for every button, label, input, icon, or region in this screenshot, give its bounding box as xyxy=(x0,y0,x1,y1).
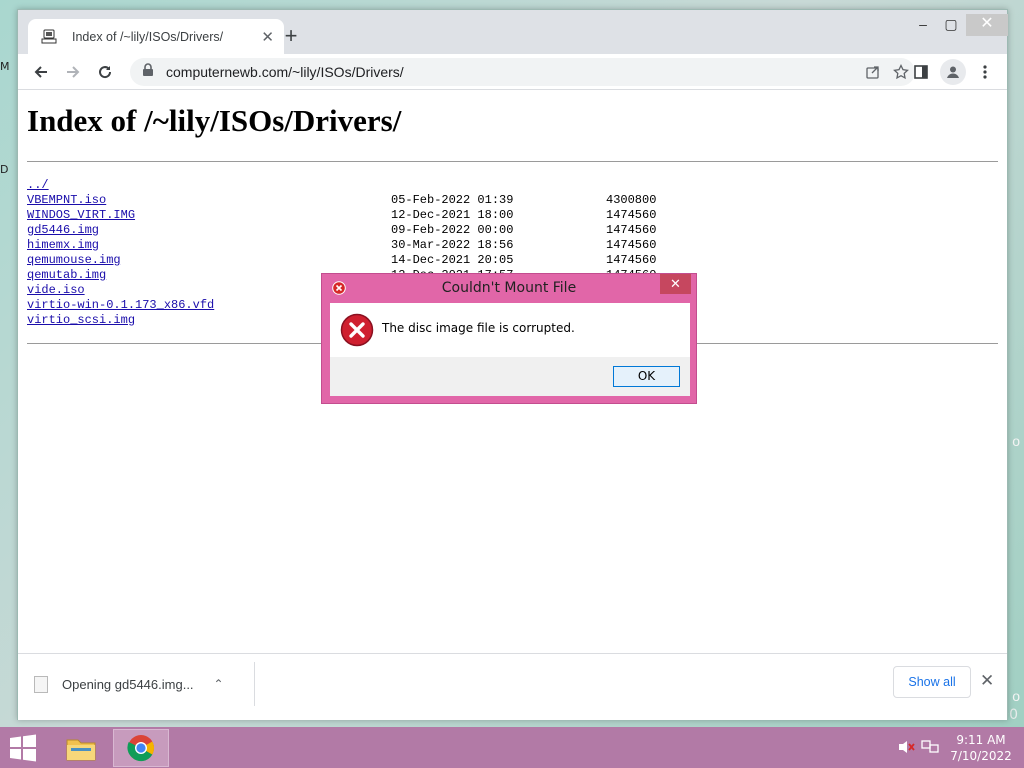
file-size: 1474560 xyxy=(606,238,657,252)
clock-date: 7/10/2022 xyxy=(950,749,1012,763)
network-icon[interactable] xyxy=(920,737,940,757)
file-row: VBEMPNT.iso 05-Feb-2022 01:39 4300800 xyxy=(27,193,998,208)
download-status: Opening gd5446.img... xyxy=(62,676,194,692)
file-size: 1474560 xyxy=(606,253,657,267)
file-link[interactable]: qemumouse.img xyxy=(27,253,121,267)
browser-toolbar: computernewb.com/~lily/ISOs/Drivers/ xyxy=(18,54,1007,90)
file-row: qemumouse.img 14-Dec-2021 20:05 1474560 xyxy=(27,253,998,268)
tab-close-icon[interactable]: ✕ xyxy=(261,28,274,46)
chevron-up-icon[interactable]: ⌃ xyxy=(214,677,224,691)
clock[interactable]: 9:11 AM 7/10/2022 xyxy=(946,732,1016,764)
ok-button[interactable]: OK xyxy=(613,366,680,387)
browser-tab[interactable]: Index of /~lily/ISOs/Drivers/ ✕ xyxy=(28,19,284,54)
menu-button[interactable] xyxy=(972,59,998,85)
close-shelf-icon[interactable]: ✕ xyxy=(980,671,994,691)
profile-button[interactable] xyxy=(940,59,966,85)
dialog-close-button[interactable]: ✕ xyxy=(660,274,691,294)
file-link[interactable]: virtio-win-0.1.173_x86.vfd xyxy=(27,298,214,312)
lock-icon[interactable] xyxy=(142,62,154,82)
dialog-message: The disc image file is corrupted. xyxy=(382,321,575,335)
file-link[interactable]: vide.iso xyxy=(27,283,85,297)
new-tab-button[interactable]: + xyxy=(278,24,304,50)
page-favicon-icon xyxy=(40,28,58,46)
file-link[interactable]: WINDOS_VIRT.IMG xyxy=(27,208,135,222)
file-link[interactable]: virtio_scsi.img xyxy=(27,313,135,327)
side-panel-icon xyxy=(914,65,928,79)
show-all-button[interactable]: Show all xyxy=(893,666,971,698)
file-date: 14-Dec-2021 20:05 xyxy=(391,253,514,267)
watermark-fragment-2: o xyxy=(1012,688,1020,704)
chrome-icon xyxy=(127,735,155,762)
file-link[interactable]: VBEMPNT.iso xyxy=(27,193,106,207)
chrome-taskbar-button[interactable] xyxy=(113,729,169,767)
file-size: 1474560 xyxy=(606,223,657,237)
window-close-button[interactable]: ✕ xyxy=(966,14,1008,36)
share-icon[interactable] xyxy=(859,58,887,86)
file-row: gd5446.img 09-Feb-2022 00:00 1474560 xyxy=(27,223,998,238)
shelf-divider xyxy=(254,662,255,706)
file-date: 09-Feb-2022 00:00 xyxy=(391,223,514,237)
taskbar: 9:11 AM 7/10/2022 xyxy=(0,727,1024,768)
title-bar: Index of /~lily/ISOs/Drivers/ ✕ + – ▢ ✕ xyxy=(18,10,1008,54)
file-link[interactable]: qemutab.img xyxy=(27,268,106,282)
minimize-button[interactable]: – xyxy=(908,14,938,36)
address-bar[interactable]: computernewb.com/~lily/ISOs/Drivers/ xyxy=(130,58,915,86)
file-size: 1474560 xyxy=(606,208,657,222)
back-arrow-icon xyxy=(34,66,47,78)
error-icon xyxy=(340,313,374,347)
reload-icon xyxy=(99,66,112,79)
tab-title: Index of /~lily/ISOs/Drivers/ xyxy=(72,29,224,44)
file-link[interactable]: gd5446.img xyxy=(27,223,99,237)
forward-button[interactable] xyxy=(60,59,86,85)
file-row: himemx.img 30-Mar-2022 18:56 1474560 xyxy=(27,238,998,253)
download-shelf: Opening gd5446.img... ⌃ Show all ✕ xyxy=(18,653,1007,720)
divider xyxy=(27,161,998,162)
kebab-menu-icon xyxy=(983,65,987,79)
url-text[interactable]: computernewb.com/~lily/ISOs/Drivers/ xyxy=(166,64,859,80)
back-button[interactable] xyxy=(28,59,54,85)
dialog-body: The disc image file is corrupted. xyxy=(330,303,690,357)
dialog-title: Couldn't Mount File xyxy=(441,280,577,296)
file-link[interactable]: himemx.img xyxy=(27,238,99,252)
folder-icon xyxy=(66,739,96,761)
watermark-fragment: o xyxy=(1012,433,1020,449)
file-row: WINDOS_VIRT.IMG 12-Dec-2021 18:00 147456… xyxy=(27,208,998,223)
windows-start-icon[interactable] xyxy=(8,734,38,762)
desktop-edge-fragment-2: D xyxy=(0,163,9,176)
download-item[interactable]: Opening gd5446.img... ⌃ xyxy=(34,664,254,704)
parent-row: ../ xyxy=(27,178,998,193)
file-date: 12-Dec-2021 18:00 xyxy=(391,208,514,222)
clock-time: 9:11 AM xyxy=(956,733,1006,747)
dialog-title-bar[interactable]: Couldn't Mount File ✕ xyxy=(322,274,696,301)
file-size: 4300800 xyxy=(606,193,657,207)
error-dialog: Couldn't Mount File ✕ The disc image fil… xyxy=(321,273,697,404)
file-icon xyxy=(34,675,48,693)
forward-arrow-icon xyxy=(67,66,80,78)
file-date: 30-Mar-2022 18:56 xyxy=(391,238,514,252)
desktop-edge-fragment: M xyxy=(0,60,10,73)
volume-muted-icon[interactable] xyxy=(896,737,916,757)
dialog-footer: OK xyxy=(330,357,690,396)
profile-icon xyxy=(947,66,959,78)
file-date: 05-Feb-2022 01:39 xyxy=(391,193,514,207)
side-panel-button[interactable] xyxy=(908,59,934,85)
maximize-button[interactable]: ▢ xyxy=(936,14,966,36)
parent-directory-link[interactable]: ../ xyxy=(27,178,49,192)
page-heading: Index of /~lily/ISOs/Drivers/ xyxy=(27,103,402,138)
reload-button[interactable] xyxy=(92,59,118,85)
file-explorer-taskbar-button[interactable] xyxy=(53,729,109,767)
